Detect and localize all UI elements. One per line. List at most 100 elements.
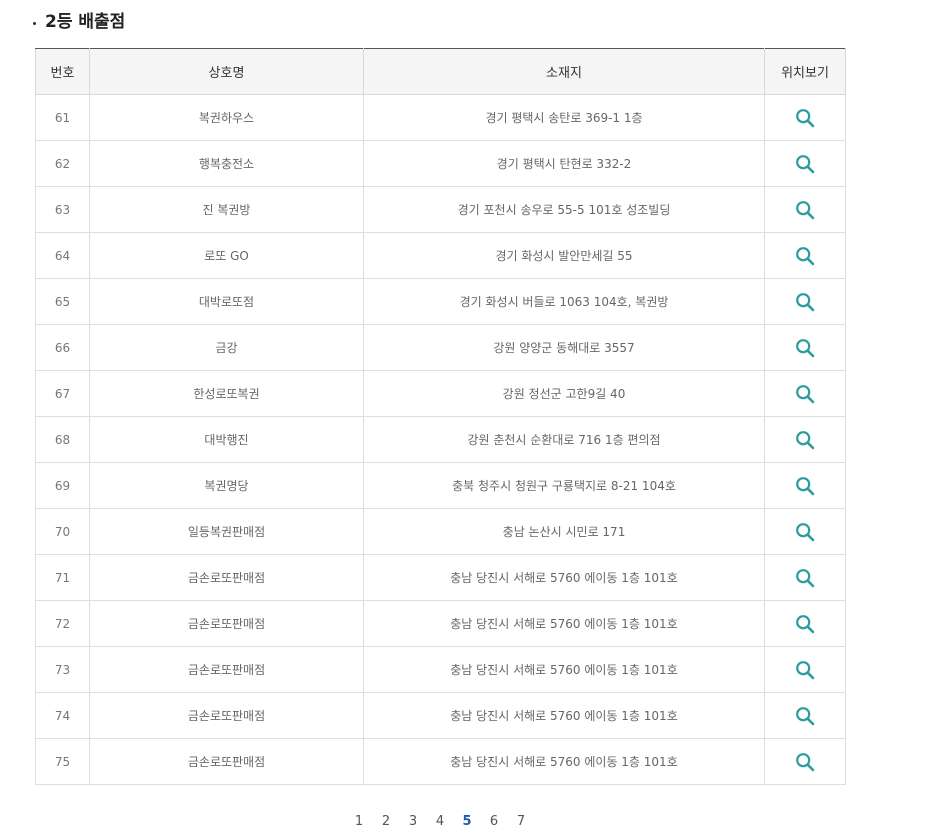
table-row: 67 한성로또복권 강원 정선군 고한9길 40 (35, 370, 846, 417)
table-row: 73 금손로또판매점 충남 당진시 서해로 5760 에이동 1층 101호 (35, 646, 846, 693)
search-icon (796, 108, 815, 127)
table-row: 74 금손로또판매점 충남 당진시 서해로 5760 에이동 1층 101호 (35, 692, 846, 739)
page-link-3[interactable]: 3 (400, 812, 427, 832)
section-title: 2등 배출점 (33, 10, 125, 34)
cell-location (764, 278, 846, 325)
cell-address: 강원 양양군 동해대로 3557 (363, 324, 765, 371)
view-location-button[interactable] (792, 611, 818, 637)
search-icon (796, 338, 815, 357)
cell-location (764, 646, 846, 693)
table-row: 69 복권명당 충북 청주시 청원구 구룡택지로 8-21 104호 (35, 462, 846, 509)
cell-number: 66 (35, 324, 90, 371)
header-location: 위치보기 (764, 48, 846, 95)
cell-address: 경기 화성시 버들로 1063 104호, 복권방 (363, 278, 765, 325)
table-header-row: 번호 상호명 소재지 위치보기 (35, 48, 846, 95)
cell-address: 충남 당진시 서해로 5760 에이동 1층 101호 (363, 554, 765, 601)
view-location-button[interactable] (792, 105, 818, 131)
cell-number: 63 (35, 186, 90, 233)
cell-store-name: 대박행진 (89, 416, 364, 463)
cell-store-name: 로또 GO (89, 232, 364, 279)
table-row: 61 복권하우스 경기 평택시 송탄로 369-1 1층 (35, 94, 846, 141)
page-link-6[interactable]: 6 (481, 812, 508, 832)
view-location-button[interactable] (792, 565, 818, 591)
cell-number: 61 (35, 94, 90, 141)
view-location-button[interactable] (792, 473, 818, 499)
view-location-button[interactable] (792, 657, 818, 683)
table-row: 64 로또 GO 경기 화성시 발안만세길 55 (35, 232, 846, 279)
table-row: 75 금손로또판매점 충남 당진시 서해로 5760 에이동 1층 101호 (35, 738, 846, 785)
view-location-button[interactable] (792, 335, 818, 361)
cell-location (764, 232, 846, 279)
cell-location (764, 186, 846, 233)
search-icon (796, 660, 815, 679)
table-row: 63 진 복권방 경기 포천시 송우로 55-5 101호 성조빌딩 (35, 186, 846, 233)
table-row: 68 대박행진 강원 춘천시 순환대로 716 1층 편의점 (35, 416, 846, 463)
cell-number: 62 (35, 140, 90, 187)
cell-location (764, 692, 846, 739)
cell-address: 충남 당진시 서해로 5760 에이동 1층 101호 (363, 692, 765, 739)
search-icon (796, 752, 815, 771)
search-icon (796, 154, 815, 173)
table-row: 65 대박로또점 경기 화성시 버들로 1063 104호, 복권방 (35, 278, 846, 325)
cell-address: 경기 평택시 탄현로 332-2 (363, 140, 765, 187)
store-table-container: 번호 상호명 소재지 위치보기 61 복권하우스 경기 평택시 송탄로 369-1 … (35, 48, 846, 785)
cell-store-name: 행복충전소 (89, 140, 364, 187)
cell-address: 강원 춘천시 순환대로 716 1층 편의점 (363, 416, 765, 463)
cell-store-name: 금손로또판매점 (89, 692, 364, 739)
page-link-5[interactable]: 5 (454, 812, 481, 832)
search-icon (796, 384, 815, 403)
view-location-button[interactable] (792, 289, 818, 315)
page-link-4[interactable]: 4 (427, 812, 454, 832)
cell-address: 경기 포천시 송우로 55-5 101호 성조빌딩 (363, 186, 765, 233)
cell-address: 경기 평택시 송탄로 369-1 1층 (363, 94, 765, 141)
cell-store-name: 금손로또판매점 (89, 554, 364, 601)
view-location-button[interactable] (792, 703, 818, 729)
view-location-button[interactable] (792, 243, 818, 269)
view-location-button[interactable] (792, 427, 818, 453)
view-location-button[interactable] (792, 197, 818, 223)
table-row: 72 금손로또판매점 충남 당진시 서해로 5760 에이동 1층 101호 (35, 600, 846, 647)
search-icon (796, 614, 815, 633)
view-location-button[interactable] (792, 381, 818, 407)
cell-number: 68 (35, 416, 90, 463)
cell-store-name: 한성로또복권 (89, 370, 364, 417)
header-number: 번호 (35, 48, 90, 95)
view-location-button[interactable] (792, 749, 818, 775)
cell-location (764, 462, 846, 509)
cell-number: 70 (35, 508, 90, 555)
cell-number: 74 (35, 692, 90, 739)
view-location-button[interactable] (792, 151, 818, 177)
table-row: 66 금강 강원 양양군 동해대로 3557 (35, 324, 846, 371)
cell-address: 충남 당진시 서해로 5760 에이동 1층 101호 (363, 646, 765, 693)
cell-store-name: 진 복권방 (89, 186, 364, 233)
search-icon (796, 476, 815, 495)
table-body: 61 복권하우스 경기 평택시 송탄로 369-1 1층 62 행복충전소 경기 평택시 … (35, 94, 846, 785)
cell-number: 72 (35, 600, 90, 647)
cell-location (764, 738, 846, 785)
page-link-7[interactable]: 7 (508, 812, 535, 832)
cell-number: 73 (35, 646, 90, 693)
cell-store-name: 복권명당 (89, 462, 364, 509)
cell-store-name: 금손로또판매점 (89, 738, 364, 785)
cell-store-name: 금강 (89, 324, 364, 371)
view-location-button[interactable] (792, 519, 818, 545)
page-link-2[interactable]: 2 (373, 812, 400, 832)
search-icon (796, 568, 815, 587)
section-title-text: 2등 배출점 (45, 12, 126, 32)
cell-address: 경기 화성시 발안만세길 55 (363, 232, 765, 279)
cell-number: 64 (35, 232, 90, 279)
page-link-1[interactable]: 1 (346, 812, 373, 832)
search-icon (796, 200, 815, 219)
cell-location (764, 508, 846, 555)
cell-address: 충남 당진시 서해로 5760 에이동 1층 101호 (363, 600, 765, 647)
search-icon (796, 430, 815, 449)
store-table: 번호 상호명 소재지 위치보기 61 복권하우스 경기 평택시 송탄로 369-1 … (35, 48, 846, 785)
cell-address: 충남 당진시 서해로 5760 에이동 1층 101호 (363, 738, 765, 785)
cell-number: 65 (35, 278, 90, 325)
table-row: 62 행복충전소 경기 평택시 탄현로 332-2 (35, 140, 846, 187)
cell-store-name: 복권하우스 (89, 94, 364, 141)
search-icon (796, 522, 815, 541)
cell-location (764, 94, 846, 141)
title-bullet-icon (33, 21, 36, 25)
search-icon (796, 292, 815, 311)
